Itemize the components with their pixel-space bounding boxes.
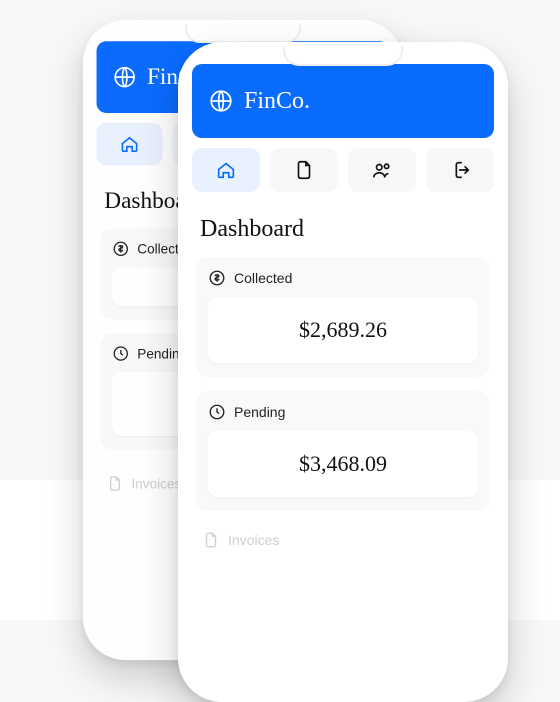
nav-people[interactable] (348, 148, 416, 192)
dollar-icon (208, 269, 226, 287)
brand-name: FinCo. (244, 88, 310, 115)
globe-icon (208, 88, 234, 114)
app-header: FinCo. (192, 64, 494, 138)
logout-icon (449, 159, 471, 181)
nav-home[interactable] (192, 148, 260, 192)
document-icon (293, 159, 315, 181)
invoices-icon (106, 475, 123, 492)
home-icon (215, 159, 237, 181)
invoices-label: Invoices (228, 532, 279, 548)
card-collected-label: Collected (234, 270, 292, 286)
clock-icon (208, 403, 226, 421)
clock-icon (112, 345, 129, 362)
globe-icon (112, 65, 137, 90)
people-icon (371, 159, 393, 181)
content: Dashboard Collected $2,689.26 Pending $3… (182, 198, 504, 555)
phone-notch (185, 22, 301, 43)
invoices-icon (202, 531, 220, 549)
dollar-icon (112, 240, 129, 257)
card-pending-amount: $3,468.09 (208, 431, 478, 497)
card-pending: Pending $3,468.09 (196, 391, 490, 511)
phone-front: FinCo. Dashboard (178, 42, 508, 702)
phone-notch (283, 44, 403, 66)
nav-logout[interactable] (426, 148, 494, 192)
screen-front: FinCo. Dashboard (182, 46, 504, 698)
invoices-label: Invoices (131, 476, 181, 492)
nav-home[interactable] (97, 123, 163, 166)
navbar (182, 138, 504, 198)
invoices-row[interactable]: Invoices (196, 525, 490, 555)
page-title: Dashboard (200, 216, 486, 243)
home-icon (119, 133, 140, 154)
card-pending-label: Pending (234, 404, 285, 420)
card-collected: Collected $2,689.26 (196, 257, 490, 377)
card-collected-amount: $2,689.26 (208, 297, 478, 363)
nav-docs[interactable] (270, 148, 338, 192)
